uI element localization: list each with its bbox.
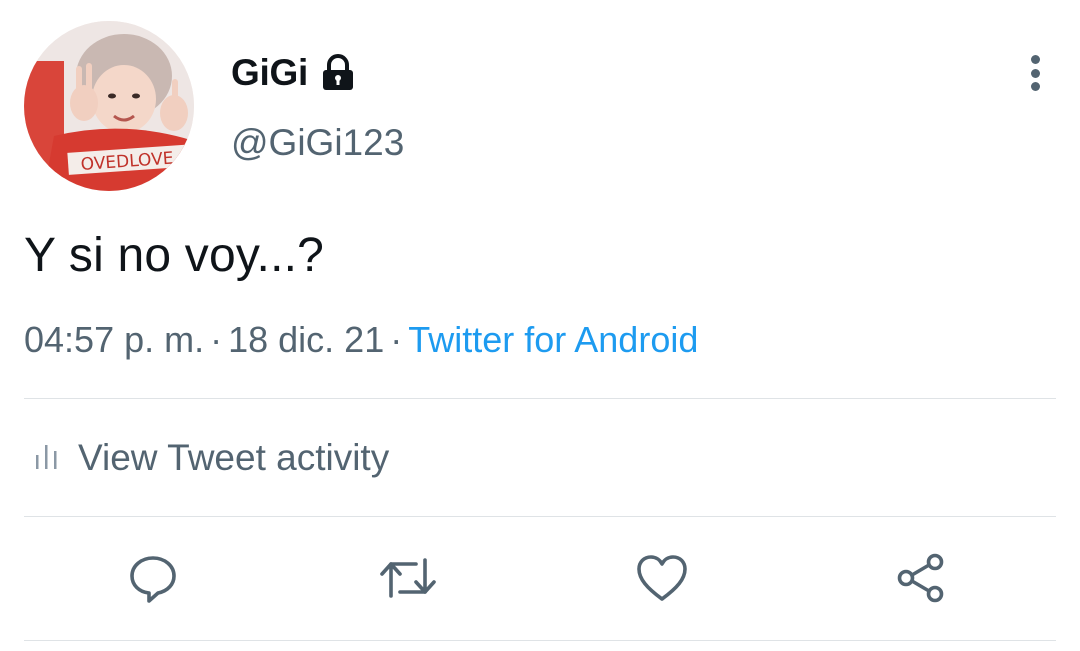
retweet-icon [378, 552, 438, 609]
reply-icon [127, 552, 179, 609]
tweet-source-link[interactable]: Twitter for Android [408, 319, 698, 360]
avatar-image: OVEDLOVE [24, 21, 194, 191]
like-button[interactable] [634, 552, 690, 608]
more-vertical-icon[interactable] [1018, 52, 1052, 94]
display-name-row[interactable]: GiGi [231, 52, 356, 94]
tweet-detail: OVEDLOVE GiGi @GiGi123 Y si no voy...? 0… [0, 0, 1080, 651]
tweet-text: Y si no voy...? [24, 229, 325, 282]
meta-separator: · [390, 319, 403, 360]
share-icon [895, 552, 947, 609]
heart-icon [635, 553, 689, 608]
retweet-button[interactable] [380, 552, 436, 608]
user-handle[interactable]: @GiGi123 [231, 122, 404, 164]
divider [24, 516, 1056, 517]
tweet-metadata: 04:57 p. m. · 18 dic. 21 · Twitter for Andro… [24, 319, 698, 361]
divider [24, 398, 1056, 399]
bar-chart-icon [34, 441, 60, 476]
view-tweet-activity-label: View Tweet activity [78, 437, 390, 478]
avatar[interactable]: OVEDLOVE [24, 21, 194, 191]
divider [24, 640, 1056, 641]
lock-icon [320, 54, 356, 92]
tweet-date: 18 dic. 21 [228, 319, 385, 360]
display-name: GiGi [231, 52, 308, 93]
tweet-time: 04:57 p. m. [24, 319, 205, 360]
share-button[interactable] [893, 552, 949, 608]
reply-button[interactable] [125, 552, 181, 608]
meta-separator: · [210, 319, 223, 360]
view-tweet-activity-button[interactable]: View Tweet activity [34, 437, 389, 479]
